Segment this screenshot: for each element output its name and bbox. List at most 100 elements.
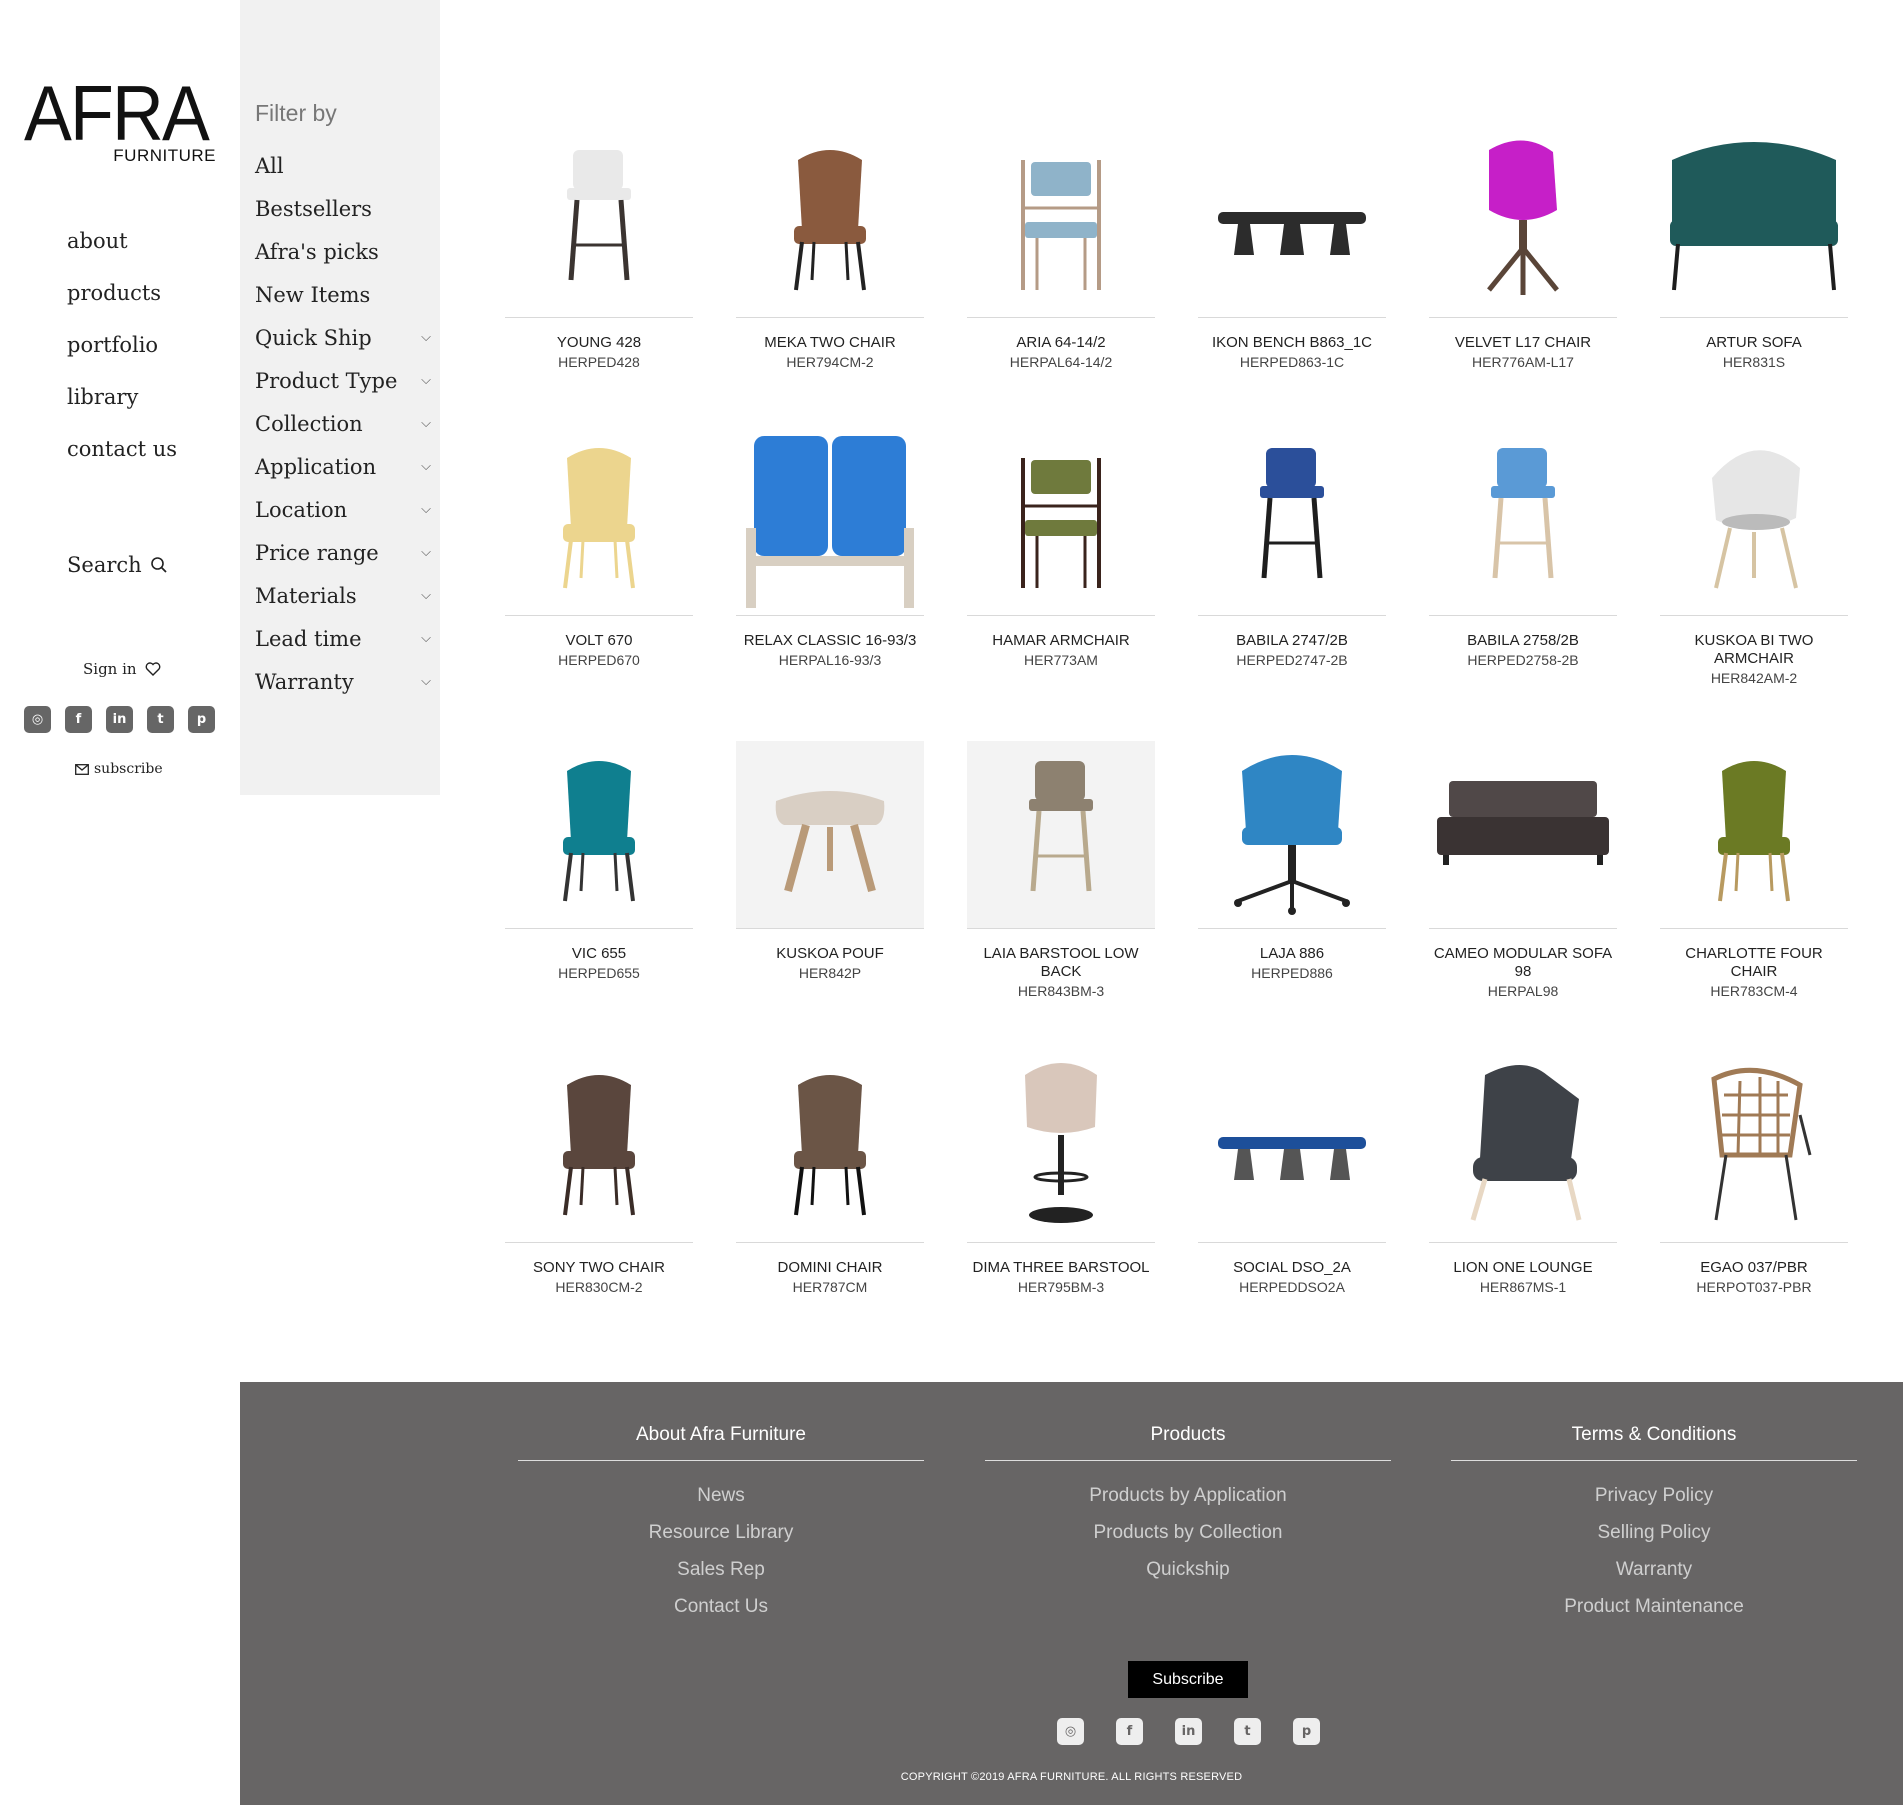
product-card[interactable]: VELVET L17 CHAIR HER776AM-L17 bbox=[1429, 130, 1617, 370]
product-name[interactable]: MEKA TWO CHAIR bbox=[736, 334, 924, 352]
nav-library[interactable]: library bbox=[67, 380, 177, 432]
product-card[interactable]: VOLT 670 HERPED670 bbox=[505, 428, 693, 668]
product-name[interactable]: EGAO 037/PBR bbox=[1660, 1259, 1848, 1277]
product-card[interactable]: DOMINI CHAIR HER787CM bbox=[736, 1055, 924, 1295]
product-card[interactable]: ARIA 64-14/2 HERPAL64-14/2 bbox=[967, 130, 1155, 370]
product-name[interactable]: KUSKOA POUF bbox=[736, 945, 924, 963]
filter-item-application[interactable]: Application ⌵ bbox=[255, 445, 433, 488]
subscribe-link[interactable]: subscribe bbox=[75, 761, 163, 777]
filter-item-afra-s-picks[interactable]: Afra's picks bbox=[255, 230, 433, 273]
product-card[interactable]: KUSKOA BI TWO ARMCHAIR HER842AM-2 bbox=[1660, 428, 1848, 686]
product-card[interactable]: BABILA 2747/2B HERPED2747-2B bbox=[1198, 428, 1386, 668]
filter-item-quick-ship[interactable]: Quick Ship ⌵ bbox=[255, 316, 433, 359]
product-name[interactable]: VELVET L17 CHAIR bbox=[1429, 334, 1617, 352]
product-card[interactable]: LION ONE LOUNGE HER867MS-1 bbox=[1429, 1055, 1617, 1295]
product-name[interactable]: LION ONE LOUNGE bbox=[1429, 1259, 1617, 1277]
product-card[interactable]: CHARLOTTE FOUR CHAIR HER783CM-4 bbox=[1660, 741, 1848, 999]
footer-link-sales-rep[interactable]: Sales Rep bbox=[518, 1551, 924, 1588]
product-name[interactable]: SOCIAL DSO_2A bbox=[1198, 1259, 1386, 1277]
product-image[interactable] bbox=[1429, 130, 1617, 318]
product-name[interactable]: BABILA 2747/2B bbox=[1198, 632, 1386, 650]
footer-link-products-by-application[interactable]: Products by Application bbox=[985, 1477, 1391, 1514]
product-image[interactable] bbox=[1660, 1055, 1848, 1243]
product-card[interactable]: LAJA 886 HERPED886 bbox=[1198, 741, 1386, 981]
product-image[interactable] bbox=[1198, 1055, 1386, 1243]
product-image[interactable] bbox=[736, 130, 924, 318]
sign-in-link[interactable]: Sign in bbox=[83, 660, 161, 678]
footer-link-warranty[interactable]: Warranty bbox=[1451, 1551, 1857, 1588]
instagram-icon[interactable]: ◎ bbox=[1057, 1718, 1084, 1745]
product-image[interactable] bbox=[967, 130, 1155, 318]
filter-item-collection[interactable]: Collection ⌵ bbox=[255, 402, 433, 445]
product-name[interactable]: LAIA BARSTOOL LOW BACK bbox=[967, 945, 1155, 981]
product-image[interactable] bbox=[505, 428, 693, 616]
product-name[interactable]: DIMA THREE BARSTOOL bbox=[967, 1259, 1155, 1277]
product-name[interactable]: BABILA 2758/2B bbox=[1429, 632, 1617, 650]
product-card[interactable]: YOUNG 428 HERPED428 bbox=[505, 130, 693, 370]
nav-about[interactable]: about bbox=[67, 224, 177, 276]
footer-link-products-by-collection[interactable]: Products by Collection bbox=[985, 1514, 1391, 1551]
product-card[interactable]: MEKA TWO CHAIR HER794CM-2 bbox=[736, 130, 924, 370]
afra-logo[interactable]: AFRA FURNITURE bbox=[24, 74, 216, 165]
product-card[interactable]: KUSKOA POUF HER842P bbox=[736, 741, 924, 981]
pinterest-icon[interactable]: p bbox=[1293, 1718, 1320, 1745]
product-image[interactable] bbox=[967, 741, 1155, 929]
product-card[interactable]: SONY TWO CHAIR HER830CM-2 bbox=[505, 1055, 693, 1295]
product-name[interactable]: DOMINI CHAIR bbox=[736, 1259, 924, 1277]
product-image[interactable] bbox=[505, 741, 693, 929]
facebook-icon[interactable]: f bbox=[65, 706, 92, 733]
footer-link-news[interactable]: News bbox=[518, 1477, 924, 1514]
filter-item-new-items[interactable]: New Items bbox=[255, 273, 433, 316]
product-name[interactable]: ARTUR SOFA bbox=[1660, 334, 1848, 352]
product-name[interactable]: IKON BENCH B863_1C bbox=[1198, 334, 1386, 352]
product-name[interactable]: KUSKOA BI TWO ARMCHAIR bbox=[1660, 632, 1848, 668]
product-card[interactable]: VIC 655 HERPED655 bbox=[505, 741, 693, 981]
product-image[interactable] bbox=[1429, 741, 1617, 929]
filter-item-warranty[interactable]: Warranty ⌵ bbox=[255, 660, 433, 703]
product-image[interactable] bbox=[1429, 428, 1617, 616]
product-image[interactable] bbox=[1429, 1055, 1617, 1243]
product-image[interactable] bbox=[736, 428, 924, 616]
subscribe-button[interactable]: Subscribe bbox=[1128, 1661, 1248, 1698]
facebook-icon[interactable]: f bbox=[1116, 1718, 1143, 1745]
product-image[interactable] bbox=[1660, 741, 1848, 929]
footer-link-quickship[interactable]: Quickship bbox=[985, 1551, 1391, 1588]
nav-products[interactable]: products bbox=[67, 276, 177, 328]
filter-item-bestsellers[interactable]: Bestsellers bbox=[255, 187, 433, 230]
product-name[interactable]: CHARLOTTE FOUR CHAIR bbox=[1660, 945, 1848, 981]
footer-link-selling-policy[interactable]: Selling Policy bbox=[1451, 1514, 1857, 1551]
product-name[interactable]: CAMEO MODULAR SOFA 98 bbox=[1429, 945, 1617, 981]
product-image[interactable] bbox=[505, 130, 693, 318]
search-link[interactable]: Search bbox=[67, 553, 168, 577]
product-name[interactable]: LAJA 886 bbox=[1198, 945, 1386, 963]
footer-link-resource-library[interactable]: Resource Library bbox=[518, 1514, 924, 1551]
product-image[interactable] bbox=[967, 1055, 1155, 1243]
product-image[interactable] bbox=[1660, 428, 1848, 616]
product-card[interactable]: BABILA 2758/2B HERPED2758-2B bbox=[1429, 428, 1617, 668]
product-name[interactable]: YOUNG 428 bbox=[505, 334, 693, 352]
instagram-icon[interactable]: ◎ bbox=[24, 706, 51, 733]
filter-item-materials[interactable]: Materials ⌵ bbox=[255, 574, 433, 617]
product-image[interactable] bbox=[736, 1055, 924, 1243]
linkedin-icon[interactable]: in bbox=[106, 706, 133, 733]
pinterest-icon[interactable]: p bbox=[188, 706, 215, 733]
product-name[interactable]: SONY TWO CHAIR bbox=[505, 1259, 693, 1277]
product-card[interactable]: CAMEO MODULAR SOFA 98 HERPAL98 bbox=[1429, 741, 1617, 999]
product-name[interactable]: HAMAR ARMCHAIR bbox=[967, 632, 1155, 650]
product-image[interactable] bbox=[1198, 130, 1386, 318]
product-card[interactable]: LAIA BARSTOOL LOW BACK HER843BM-3 bbox=[967, 741, 1155, 999]
product-name[interactable]: VIC 655 bbox=[505, 945, 693, 963]
filter-item-location[interactable]: Location ⌵ bbox=[255, 488, 433, 531]
product-image[interactable] bbox=[1198, 741, 1386, 929]
product-image[interactable] bbox=[1198, 428, 1386, 616]
product-image[interactable] bbox=[736, 741, 924, 929]
product-card[interactable]: SOCIAL DSO_2A HERPEDDSO2A bbox=[1198, 1055, 1386, 1295]
footer-link-contact-us[interactable]: Contact Us bbox=[518, 1588, 924, 1625]
twitter-icon[interactable]: t bbox=[147, 706, 174, 733]
product-card[interactable]: DIMA THREE BARSTOOL HER795BM-3 bbox=[967, 1055, 1155, 1295]
product-image[interactable] bbox=[505, 1055, 693, 1243]
product-name[interactable]: RELAX CLASSIC 16-93/3 bbox=[736, 632, 924, 650]
twitter-icon[interactable]: t bbox=[1234, 1718, 1261, 1745]
nav-contact-us[interactable]: contact us bbox=[67, 432, 177, 484]
product-name[interactable]: VOLT 670 bbox=[505, 632, 693, 650]
